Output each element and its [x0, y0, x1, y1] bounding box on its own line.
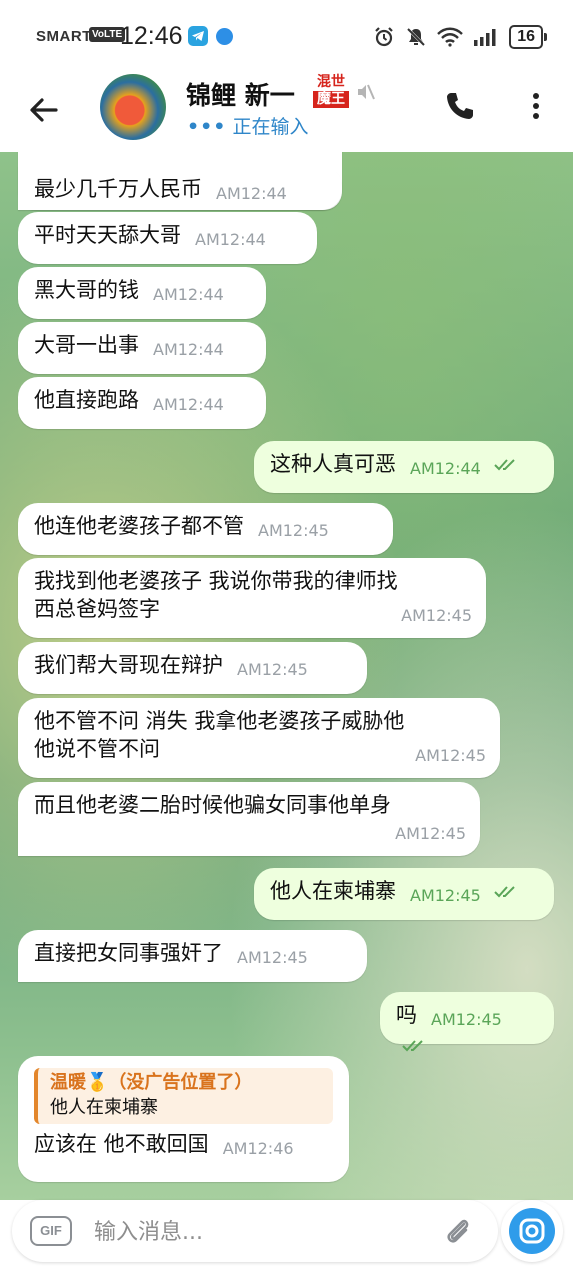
typing-status: ••• 正在输入 — [187, 112, 308, 139]
typing-text: 正在输入 — [232, 116, 309, 138]
message-text: 他直接跑路 — [34, 388, 139, 412]
wifi-icon — [437, 27, 464, 47]
back-arrow-icon[interactable] — [26, 92, 62, 128]
read-checks-icon — [493, 459, 515, 471]
message-text: 我们帮大哥现在辩护 — [34, 653, 223, 677]
message-composer: GIF — [12, 1200, 498, 1262]
message-bubble-reply[interactable]: 温暖🥇（没广告位置了） 他人在柬埔寨 应该在 他不敢回国 AM12:46 — [18, 1056, 349, 1182]
message-text: 最少几千万人民币 — [34, 177, 202, 201]
message-text: 平时天天舔大哥 — [34, 223, 181, 247]
status-right-icons: 16 — [373, 24, 547, 50]
message-bubble[interactable]: 他不管不问 消失 我拿他老婆孩子威胁他 他说不管不问 AM12:45 — [18, 698, 500, 778]
message-time: AM12:45 — [237, 660, 308, 679]
message-bubble-outgoing[interactable]: 他人在柬埔寨 AM12:45 — [254, 868, 554, 920]
message-time: AM12:45 — [395, 824, 466, 843]
message-input[interactable] — [92, 1215, 426, 1249]
reply-quote-text: 他人在柬埔寨 — [50, 1097, 158, 1118]
message-time: AM12:45 — [237, 948, 308, 967]
message-text-line1: 他不管不问 消失 我拿他老婆孩子威胁他 — [34, 709, 405, 733]
more-vert-icon[interactable] — [530, 90, 542, 122]
avatar[interactable] — [100, 74, 166, 140]
message-text: 大哥一出事 — [34, 333, 139, 357]
input-bar: GIF — [0, 1200, 573, 1280]
message-text: 他连他老婆孩子都不管 — [34, 514, 244, 538]
message-time: AM12:45 — [401, 606, 472, 625]
typing-dots: ••• — [187, 116, 227, 138]
message-time: AM12:45 — [431, 1010, 502, 1029]
title-badge-top: 混世 — [317, 74, 345, 90]
do-not-disturb-icon — [407, 27, 426, 47]
message-bubble[interactable]: 他连他老婆孩子都不管 AM12:45 — [18, 503, 393, 555]
reply-quote[interactable]: 温暖🥇（没广告位置了） 他人在柬埔寨 — [34, 1068, 333, 1124]
message-text: 应该在 他不敢回国 — [34, 1132, 209, 1156]
message-bubble[interactable]: 我们帮大哥现在辩护 AM12:45 — [18, 642, 367, 694]
message-text-line1: 我找到他老婆孩子 我说你带我的律师找 — [34, 569, 398, 593]
message-text-line1: 而且他老婆二胎时候他骗女同事他单身 — [34, 793, 391, 817]
message-bubble-outgoing[interactable]: 吗 AM12:45 — [380, 992, 554, 1052]
message-time: AM12:44 — [410, 459, 481, 478]
message-time: AM12:44 — [153, 340, 224, 359]
message-text: 直接把女同事强奸了 — [34, 941, 223, 965]
gif-button[interactable]: GIF — [30, 1216, 72, 1246]
attach-icon[interactable] — [442, 1215, 474, 1247]
browser-icon — [216, 28, 233, 45]
phone-icon[interactable] — [444, 90, 476, 122]
chat-header: 锦鲤 新一 混世 魔王 ••• 正在输入 — [0, 74, 573, 153]
message-bubble[interactable]: 平时天天舔大哥 AM12:44 — [18, 212, 317, 264]
contact-name[interactable]: 锦鲤 新一 — [186, 76, 295, 112]
status-bar: SMART VoLTE 12:46 16 — [0, 0, 573, 74]
title-badge: 混世 魔王 — [313, 74, 349, 112]
signal-icon — [474, 29, 496, 46]
reply-author: 温暖🥇（没广告位置了） — [50, 1072, 253, 1093]
message-time: AM12:46 — [222, 1139, 294, 1158]
message-text: 他人在柬埔寨 — [270, 879, 396, 903]
message-text: 这种人真可恶 — [270, 452, 396, 476]
battery-indicator: 16 — [509, 25, 547, 49]
status-time: 12:46 — [120, 22, 183, 50]
message-bubble[interactable]: 他直接跑路 AM12:44 — [18, 377, 266, 429]
message-time: AM12:44 — [153, 395, 224, 414]
camera-icon — [509, 1208, 555, 1254]
message-time: AM12:44 — [216, 184, 287, 203]
mute-icon — [358, 84, 375, 100]
message-text: 黑大哥的钱 — [34, 278, 139, 302]
read-checks-icon — [402, 1040, 423, 1052]
telegram-icon — [188, 26, 208, 46]
message-bubble-outgoing[interactable]: 这种人真可恶 AM12:44 — [254, 441, 554, 493]
message-time: AM12:45 — [415, 746, 486, 765]
message-bubble[interactable]: 最少几千万人民币 AM12:44 — [18, 166, 342, 210]
title-badge-bottom: 魔王 — [313, 91, 349, 108]
message-time: AM12:44 — [195, 230, 266, 249]
alarm-icon — [375, 27, 393, 47]
message-time: AM12:45 — [410, 886, 481, 905]
camera-button[interactable] — [501, 1200, 563, 1262]
message-bubble[interactable]: 我找到他老婆孩子 我说你带我的律师找 西总爸妈签字 AM12:45 — [18, 558, 486, 638]
chat-area[interactable]: 最少几千万人民币 AM12:44 平时天天舔大哥 AM12:44 黑大哥的钱 AM12… — [0, 152, 573, 1200]
message-bubble[interactable]: 直接把女同事强奸了 AM12:45 — [18, 930, 367, 982]
read-checks-icon — [493, 886, 515, 898]
message-bubble[interactable]: 大哥一出事 AM12:44 — [18, 322, 266, 374]
message-text: 吗 — [396, 1003, 417, 1027]
message-bubble[interactable]: 黑大哥的钱 AM12:44 — [18, 267, 266, 319]
carrier-label: SMART — [36, 28, 92, 45]
message-bubble[interactable]: 而且他老婆二胎时候他骗女同事他单身 AM12:45 — [18, 782, 480, 856]
message-time: AM12:44 — [153, 285, 224, 304]
message-time: AM12:45 — [258, 521, 329, 540]
